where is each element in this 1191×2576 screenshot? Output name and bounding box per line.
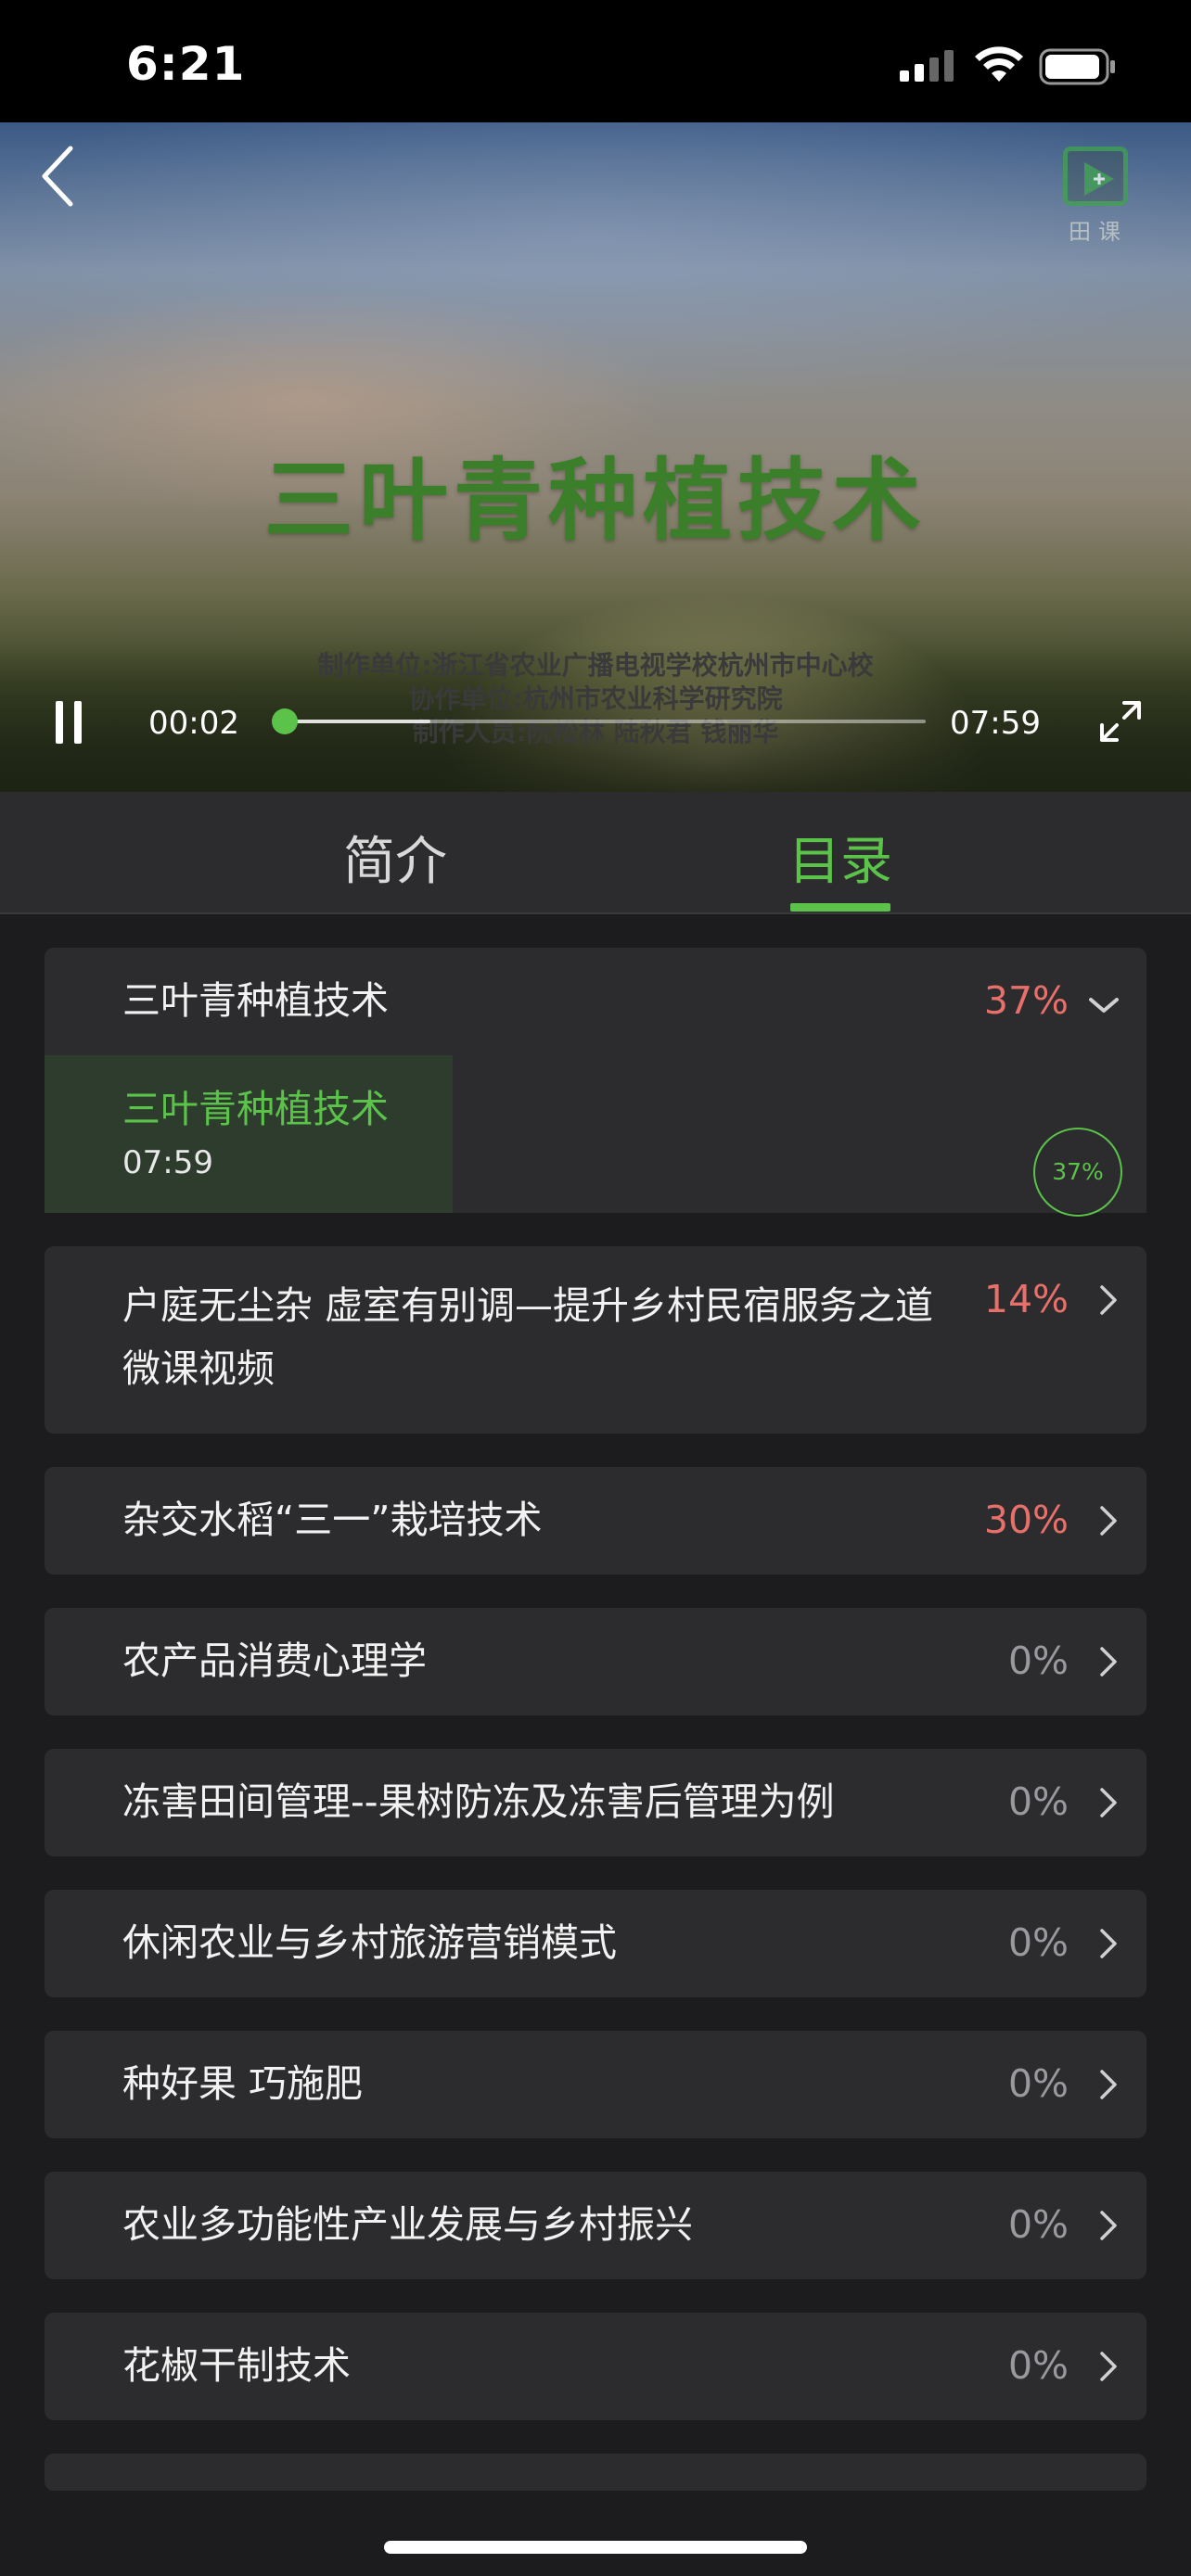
battery-icon: [1039, 48, 1115, 85]
tab-catalog[interactable]: 目录: [720, 820, 961, 895]
play-logo-icon: [1063, 147, 1128, 206]
course-title: 三叶青种植技术: [122, 978, 389, 1023]
course-item[interactable]: 农业多功能性产业发展与乡村振兴 0%: [45, 2172, 1146, 2279]
cellular-signal-icon: [900, 50, 954, 82]
credit-line: 制作单位:浙江省农业广播电视学校杭州市中心校: [317, 650, 874, 681]
status-bar: 6:21: [0, 0, 1191, 122]
tab-bar: 简介 目录: [0, 792, 1191, 914]
chevron-right-icon: [1100, 1647, 1117, 1677]
pause-button[interactable]: [52, 701, 85, 744]
chevron-right-icon: [1100, 1506, 1117, 1536]
tab-intro[interactable]: 简介: [275, 820, 516, 895]
course-progress: 37%: [983, 978, 1069, 1023]
course-progress: 0%: [1007, 2343, 1069, 2388]
course-title: 农产品消费心理学: [122, 1639, 427, 1683]
course-item-partial[interactable]: [45, 2454, 1146, 2491]
lesson-item[interactable]: 三叶青种植技术 07:59: [45, 1055, 453, 1213]
back-button[interactable]: [33, 139, 82, 213]
course-progress: 14%: [983, 1277, 1069, 1321]
lesson-duration: 07:59: [122, 1144, 213, 1181]
brand-text: 田课: [1069, 219, 1128, 245]
seek-bar[interactable]: [271, 708, 926, 734]
course-title: 农业多功能性产业发展与乡村振兴: [122, 2202, 693, 2247]
chevron-right-icon: [1100, 2070, 1117, 2099]
course-progress: 0%: [1007, 1920, 1069, 1965]
course-item[interactable]: 农产品消费心理学 0%: [45, 1608, 1146, 1715]
course-title: 杂交水稻“三一”栽培技术: [122, 1498, 543, 1542]
chevron-down-icon[interactable]: [1087, 996, 1121, 1016]
course-progress: 0%: [1007, 1779, 1069, 1824]
video-title: 三叶青种植技术: [264, 449, 927, 553]
course-title: 花椒干制技术: [122, 2343, 351, 2388]
course-title: 种好果 巧施肥: [122, 2061, 364, 2106]
course-item[interactable]: 花椒干制技术 0%: [45, 2313, 1146, 2420]
current-time: 00:02: [148, 705, 239, 742]
course-item[interactable]: 种好果 巧施肥 0%: [45, 2031, 1146, 2138]
course-title: 休闲农业与乡村旅游营销模式: [122, 1920, 617, 1965]
total-time: 07:59: [950, 705, 1041, 742]
course-progress: 0%: [1007, 2061, 1069, 2106]
course-catalog: 三叶青种植技术 37% 三叶青种植技术 07:59 37% 户庭无尘杂 虚室有别…: [45, 948, 1146, 2524]
active-tab-indicator: [790, 903, 890, 912]
course-item[interactable]: 户庭无尘杂 虚室有别调—提升乡村民宿服务之道微课视频 14%: [45, 1246, 1146, 1434]
home-indicator: [384, 2541, 807, 2554]
course-item[interactable]: 冻害田间管理--果树防冻及冻害后管理为例 0%: [45, 1749, 1146, 1856]
seek-thumb[interactable]: [271, 708, 298, 734]
status-time: 6:21: [126, 37, 246, 91]
course-item[interactable]: 杂交水稻“三一”栽培技术 30%: [45, 1467, 1146, 1575]
buffer-bar: [282, 720, 430, 723]
course-progress: 0%: [1007, 1639, 1069, 1683]
course-title: 户庭无尘杂 虚室有别调—提升乡村民宿服务之道微课视频: [122, 1283, 934, 1391]
lesson-title: 三叶青种植技术: [122, 1087, 389, 1131]
chevron-right-icon: [1100, 1929, 1117, 1958]
chevron-right-icon: [1100, 1788, 1117, 1817]
chevron-right-icon: [1100, 2211, 1117, 2240]
chevron-right-icon: [1100, 1285, 1117, 1315]
course-progress: 0%: [1007, 2202, 1069, 2247]
course-title: 冻害田间管理--果树防冻及冻害后管理为例: [122, 1779, 835, 1824]
chevron-right-icon: [1100, 2352, 1117, 2381]
video-player[interactable]: 三叶青种植技术 制作单位:浙江省农业广播电视学校杭州市中心校 协作单位:杭州市农…: [0, 122, 1191, 792]
course-progress: 30%: [983, 1498, 1069, 1542]
brand-logo: 田课: [1059, 143, 1137, 245]
course-item[interactable]: 休闲农业与乡村旅游营销模式 0%: [45, 1890, 1146, 1997]
fullscreen-icon[interactable]: [1096, 697, 1145, 746]
wifi-icon: [975, 46, 1023, 82]
course-item-expanded[interactable]: 三叶青种植技术 37% 三叶青种植技术 07:59 37%: [45, 948, 1146, 1217]
lesson-progress-ring: 37%: [1033, 1128, 1122, 1217]
